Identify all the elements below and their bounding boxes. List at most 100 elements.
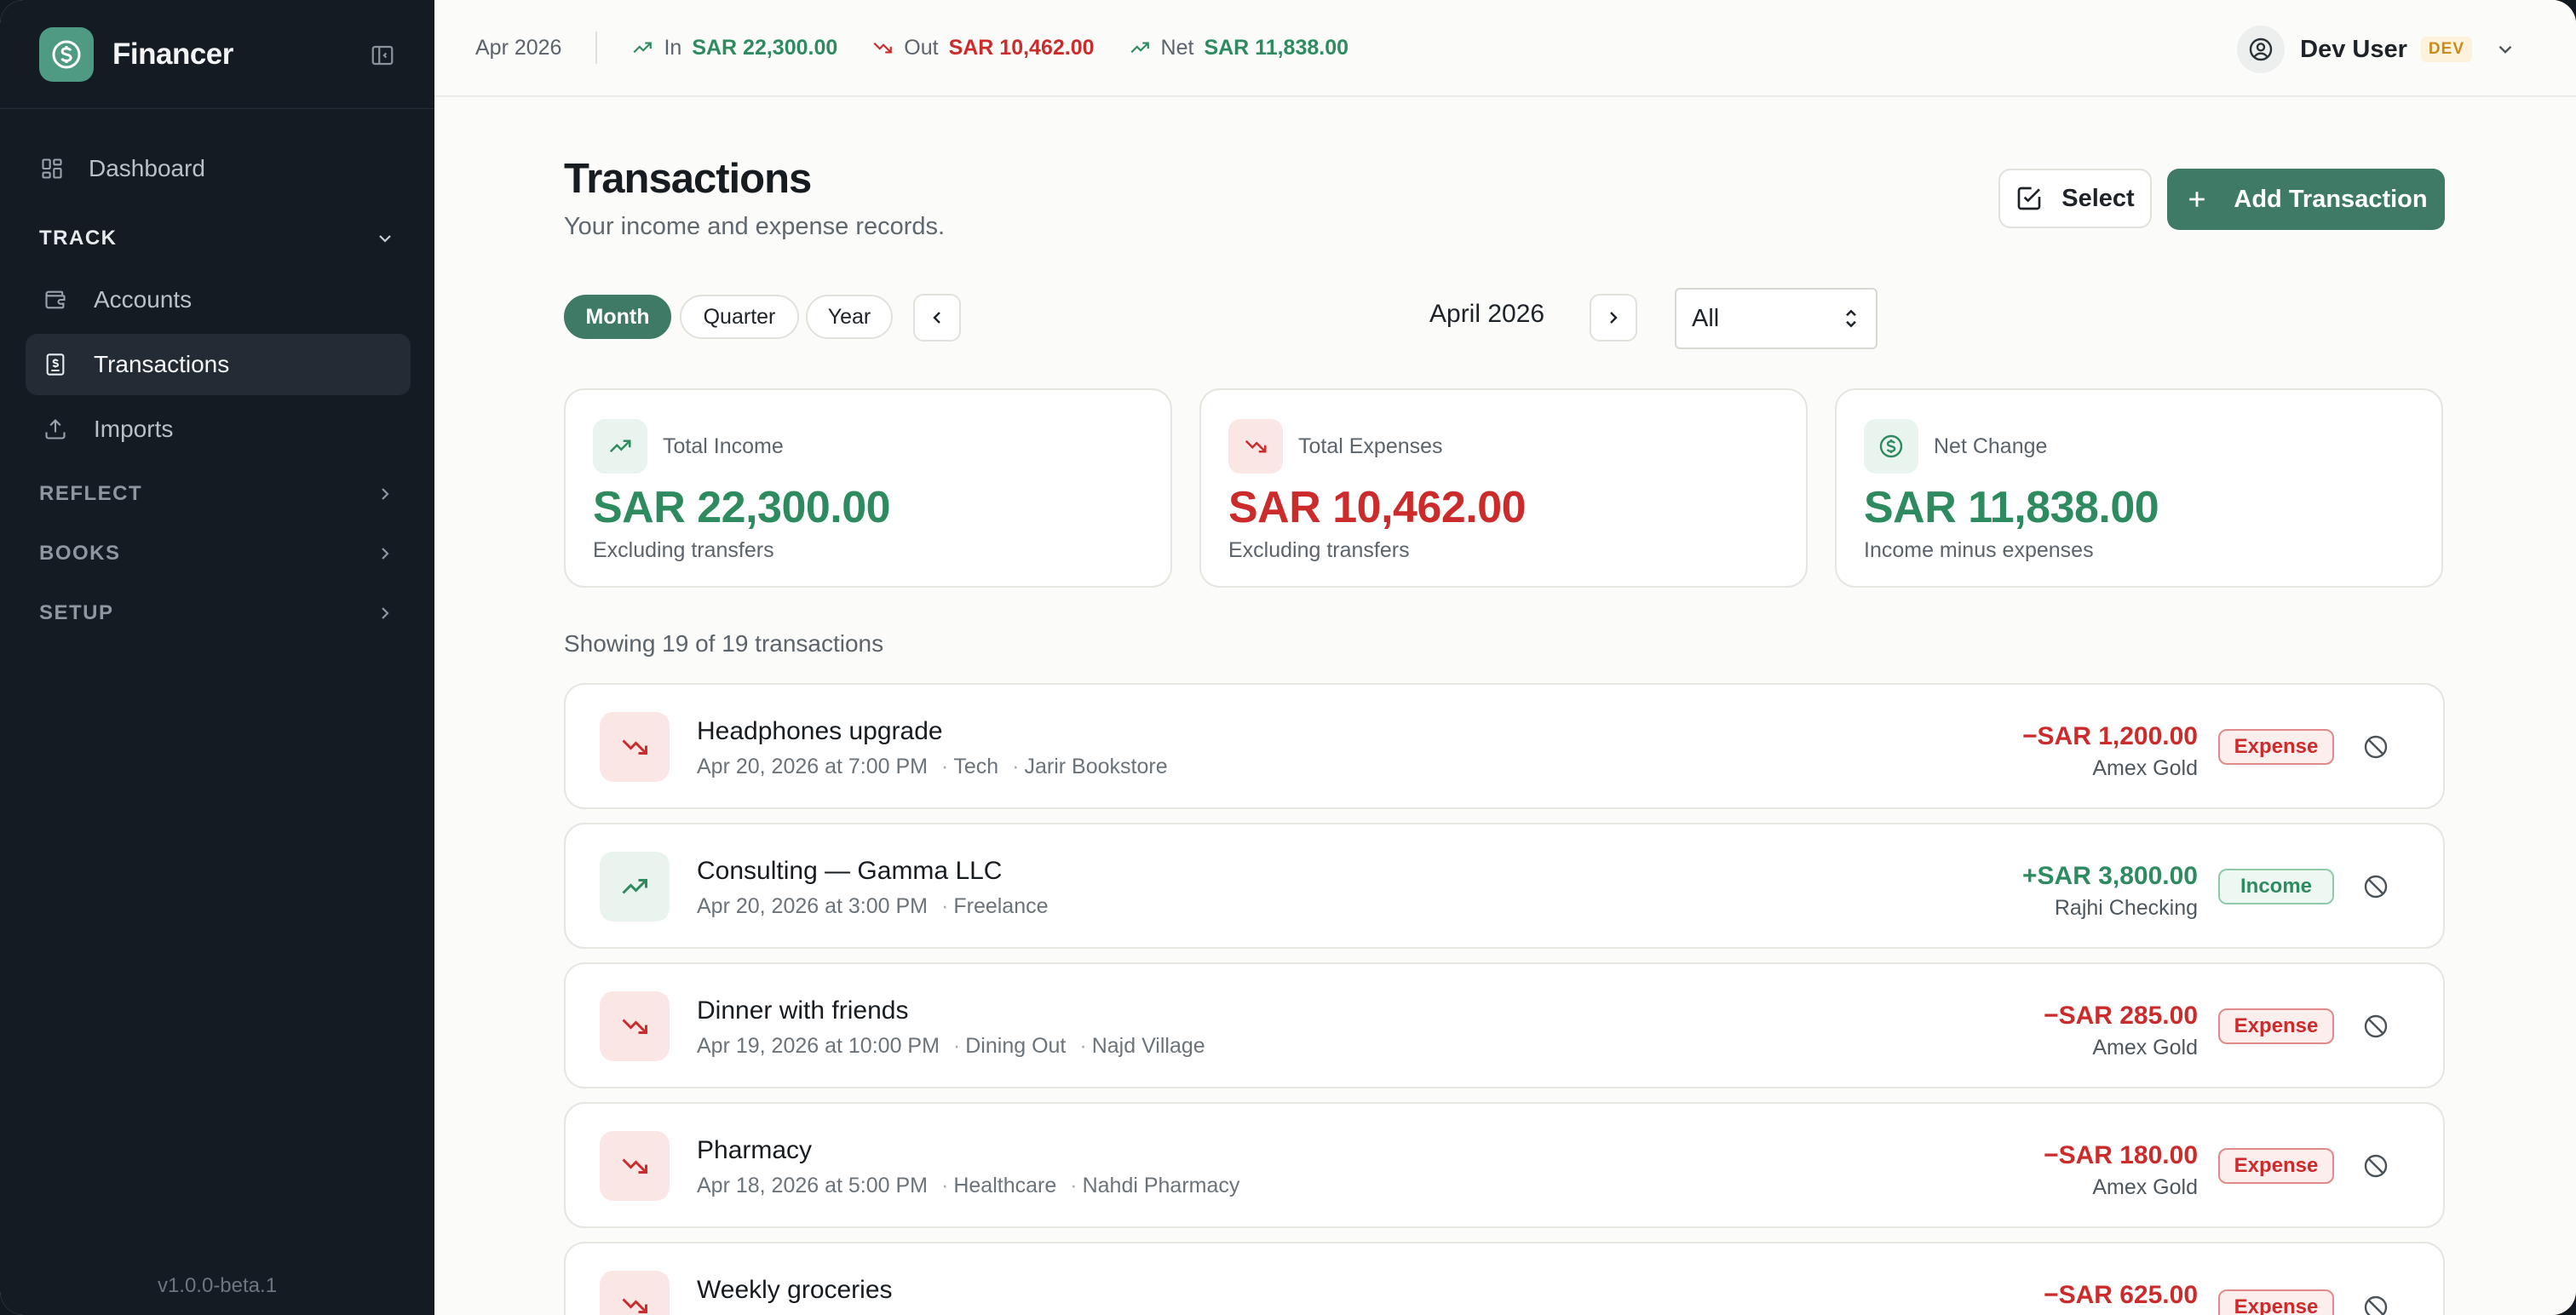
brand-name: Financer <box>112 37 233 71</box>
type-badge: Expense <box>2218 729 2334 765</box>
transaction-date: Apr 20, 2026 at 7:00 PM <box>697 755 929 778</box>
prev-period-button[interactable] <box>913 294 961 342</box>
void-icon[interactable] <box>2361 1293 2390 1315</box>
void-icon[interactable] <box>2361 872 2390 901</box>
sidebar-item-label: Imports <box>94 416 174 442</box>
summary-card-income: Total Income SAR 22,300.00 Excluding tra… <box>564 388 1172 588</box>
trend-down-icon <box>600 991 670 1061</box>
transaction-date: Apr 18, 2026 at 5:00 PM <box>697 1174 929 1197</box>
type-filter-value: All <box>1692 304 1720 332</box>
sidebar-item-accounts[interactable]: Accounts <box>26 269 411 330</box>
section-label: BOOKS <box>39 542 121 565</box>
card-note: Income minus expenses <box>1864 538 2094 562</box>
sidebar-collapse-icon[interactable] <box>370 43 395 68</box>
type-filter-select[interactable]: All <box>1675 288 1877 349</box>
trend-down-icon <box>600 1131 670 1201</box>
page-title: Transactions <box>564 156 812 202</box>
transaction-meta: Apr 20, 2026 at 7:00 PM · Tech · Jarir Books… <box>697 755 1168 778</box>
checkbox-icon <box>2015 185 2043 212</box>
card-note: Excluding transfers <box>593 538 774 562</box>
trend-up-icon <box>633 42 653 54</box>
sidebar-item-dashboard[interactable]: Dashboard <box>26 138 411 199</box>
trend-down-icon <box>1228 419 1283 474</box>
page-subtitle: Your income and expense records. <box>564 213 946 240</box>
stat-value: SAR 22,300.00 <box>692 35 838 60</box>
trend-up-icon <box>593 419 647 474</box>
main-content: Apr 2026 In SAR 22,300.00 Out SAR 10,462… <box>434 0 2576 1315</box>
transaction-merchant: Najd Village <box>1091 1034 1205 1058</box>
user-menu[interactable]: Dev User DEV <box>2237 26 2516 73</box>
stat-label: In <box>664 35 682 60</box>
select-button-label: Select <box>2061 184 2135 212</box>
transaction-row[interactable]: Pharmacy Apr 18, 2026 at 5:00 PM · Healthc… <box>564 1102 2445 1228</box>
grid-icon <box>39 156 65 181</box>
sidebar-item-transactions[interactable]: Transactions <box>26 334 411 395</box>
next-period-button[interactable] <box>1590 294 1637 342</box>
add-transaction-label: Add Transaction <box>2234 185 2428 213</box>
summary-card-net: Net Change SAR 11,838.00 Income minus ex… <box>1835 388 2443 588</box>
section-books[interactable]: BOOKS <box>39 542 395 566</box>
transaction-merchant: Nahdi Pharmacy <box>1082 1174 1240 1197</box>
select-button[interactable]: Select <box>1998 169 2152 228</box>
transaction-merchant: Jarir Bookstore <box>1024 755 1168 778</box>
range-year[interactable]: Year <box>806 295 893 339</box>
sidebar-item-label: Accounts <box>94 286 193 313</box>
section-setup[interactable]: SETUP <box>39 601 395 625</box>
transaction-row[interactable]: Dinner with friends Apr 19, 2026 at 10:0… <box>564 962 2445 1088</box>
transaction-amount: −SAR 285.00 <box>2044 1002 2198 1030</box>
card-label: Total Income <box>663 434 784 458</box>
trend-down-icon <box>600 712 670 782</box>
stat-value: SAR 11,838.00 <box>1204 35 1349 60</box>
trend-down-icon <box>600 1271 670 1315</box>
transaction-category: Dining Out <box>965 1034 1067 1058</box>
transaction-meta: Apr 19, 2026 at 10:00 PM · Dining Out · Najd… <box>697 1034 1205 1058</box>
section-reflect[interactable]: REFLECT <box>39 482 395 506</box>
transaction-category: Healthcare <box>953 1174 1057 1197</box>
void-icon[interactable] <box>2361 732 2390 761</box>
showing-count: Showing 19 of 19 transactions <box>564 630 884 657</box>
section-label: REFLECT <box>39 482 143 505</box>
transaction-row[interactable]: Headphones upgrade Apr 20, 2026 at 7:00 … <box>564 683 2445 809</box>
section-track[interactable]: TRACK <box>39 227 395 250</box>
card-value: SAR 10,462.00 <box>1228 483 1527 532</box>
card-value: SAR 11,838.00 <box>1864 483 2159 532</box>
receipt-icon <box>43 352 68 377</box>
chevron-down-icon <box>2498 45 2512 54</box>
brand: Financer <box>0 0 434 109</box>
sidebar-item-imports[interactable]: Imports <box>26 399 411 460</box>
transaction-meta: Apr 18, 2026 at 5:00 PM · Healthcare · Nahdi… <box>697 1174 1240 1197</box>
summary-card-expenses: Total Expenses SAR 10,462.00 Excluding t… <box>1199 388 1808 588</box>
transaction-date: Apr 19, 2026 at 10:00 PM <box>697 1034 940 1058</box>
transaction-account: Amex Gold <box>2092 756 2198 780</box>
upload-icon <box>43 416 68 442</box>
transaction-amount: −SAR 625.00 <box>2044 1281 2198 1309</box>
env-badge: DEV <box>2420 37 2472 62</box>
transaction-title: Headphones upgrade <box>697 717 943 745</box>
type-badge: Expense <box>2218 1148 2334 1184</box>
chevron-right-icon <box>382 548 389 560</box>
void-icon[interactable] <box>2361 1012 2390 1041</box>
sidebar-item-label: Transactions <box>94 351 230 377</box>
transaction-row[interactable]: Weekly groceries −SAR 625.00 Expense <box>564 1242 2445 1315</box>
trend-down-icon <box>873 42 893 54</box>
transaction-date: Apr 20, 2026 at 3:00 PM <box>697 894 929 918</box>
transaction-title: Pharmacy <box>697 1136 813 1164</box>
range-month[interactable]: Month <box>564 295 671 339</box>
add-transaction-button[interactable]: Add Transaction <box>2167 169 2445 230</box>
topbar: Apr 2026 In SAR 22,300.00 Out SAR 10,462… <box>434 0 2576 97</box>
sidebar-item-label: Dashboard <box>89 155 205 181</box>
void-icon[interactable] <box>2361 1151 2390 1180</box>
updown-chevron-icon <box>1846 309 1856 328</box>
wallet-icon <box>43 287 68 313</box>
chevron-right-icon <box>382 607 389 619</box>
app-version: v1.0.0-beta.1 <box>157 1274 278 1297</box>
sidebar: Financer Dashboard TRACK Accounts Transa… <box>0 0 434 1315</box>
transaction-category: Tech <box>953 755 999 778</box>
stat-value: SAR 10,462.00 <box>948 35 1095 60</box>
transaction-row[interactable]: Consulting — Gamma LLC Apr 20, 2026 at 3… <box>564 823 2445 949</box>
transaction-amount: −SAR 180.00 <box>2044 1141 2198 1169</box>
user-avatar-icon <box>2237 26 2286 73</box>
top-period: Apr 2026 <box>475 32 598 64</box>
transaction-account: Amex Gold <box>2092 1175 2198 1199</box>
range-quarter[interactable]: Quarter <box>680 295 799 339</box>
